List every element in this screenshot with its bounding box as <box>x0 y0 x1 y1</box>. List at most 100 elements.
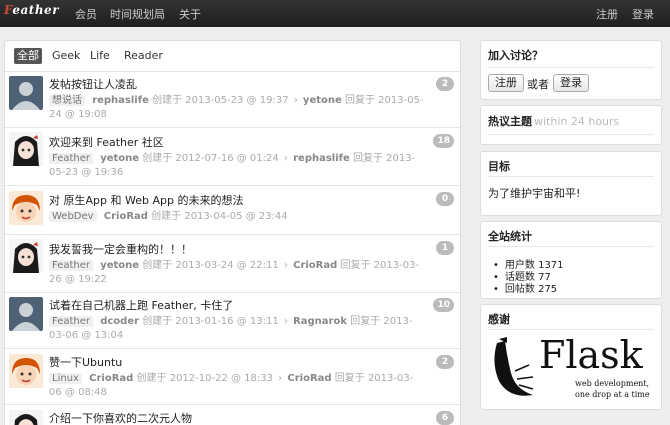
login-button[interactable]: 登录 <box>553 74 589 92</box>
topic-row: 试着在自己机器上跑 Feather, 卡住了 Feather dcoder 创建… <box>5 293 460 349</box>
reply-count-badge[interactable]: 6 <box>436 411 454 425</box>
avatar[interactable] <box>9 297 43 331</box>
tab-life[interactable]: Life <box>87 48 113 64</box>
topic-title[interactable]: 试着在自己机器上跑 Feather, 卡住了 <box>49 297 233 313</box>
goal-title: 目标 <box>488 160 510 173</box>
topic-node-tag[interactable]: Feather <box>49 260 94 271</box>
topic-node-tag[interactable]: WebDev <box>49 211 97 222</box>
goal-box: 目标 为了维护宇宙和平! <box>480 151 662 216</box>
created-label: 创建于 <box>142 153 173 164</box>
join-title: 加入讨论？ <box>488 49 543 62</box>
stats-title: 全站统计 <box>488 230 532 243</box>
hot-topics-subtitle: within 24 hours <box>534 115 620 128</box>
anime-avatar-icon <box>9 410 43 425</box>
topic-row: 我发誓我一定会重构的！！！ Feather yetone 创建于 2013-03… <box>5 235 460 293</box>
created-time: 2012-07-16 @ 01:24 <box>175 153 279 164</box>
topic-meta: Feather yetone 创建于 2013-03-24 @ 22:11 › … <box>49 260 420 285</box>
topic-list-panel: 全部 Geek Life Reader 发帖按钮让人凌乱 想说话 rephasl… <box>4 40 461 425</box>
last-reply-user[interactable]: yetone <box>303 95 342 106</box>
avatar[interactable] <box>9 132 43 166</box>
avatar[interactable] <box>9 76 43 110</box>
created-time: 2013-05-23 @ 19:37 <box>185 95 289 106</box>
topic-meta: 想说话 rephaslife 创建于 2013-05-23 @ 19:37 › … <box>49 95 424 120</box>
last-reply-user[interactable]: Ragnarok <box>293 316 347 327</box>
topic-node-tag[interactable]: Feather <box>49 153 94 164</box>
created-time: 2012-10-22 @ 18:33 <box>169 373 273 384</box>
reply-count-badge[interactable]: 0 <box>436 192 454 206</box>
topic-author[interactable]: yetone <box>100 153 139 164</box>
topic-row: 对 原生App 和 Web App 的未来的想法 WebDev CrioRad … <box>5 186 460 235</box>
created-label: 创建于 <box>142 260 173 271</box>
topic-author[interactable]: CrioRad <box>104 211 148 222</box>
nav-time-planning[interactable]: 时间规划局 <box>110 6 165 22</box>
created-label: 创建于 <box>151 211 182 222</box>
nav-members[interactable]: 会员 <box>75 6 97 22</box>
top-navbar: Feather 会员 时间规划局 关于 注册 登录 <box>0 0 670 27</box>
thanks-title: 感谢 <box>488 313 510 326</box>
created-time: 2013-03-24 @ 22:11 <box>175 260 279 271</box>
last-reply-user[interactable]: rephaslife <box>293 153 350 164</box>
thanks-box: 感谢 Flask web development, one drop at a … <box>480 304 662 410</box>
reply-label: 回复于 <box>350 316 381 327</box>
reply-count-badge[interactable]: 2 <box>436 77 454 91</box>
nav-about[interactable]: 关于 <box>179 6 201 22</box>
topic-meta: Feather dcoder 创建于 2013-01-16 @ 13:11 › … <box>49 316 413 341</box>
hot-topics-box: 热议主题 within 24 hours <box>480 105 662 145</box>
join-box: 加入讨论？ 注册 或者 登录 <box>480 40 662 100</box>
nav-register[interactable]: 注册 <box>596 6 618 22</box>
created-time: 2013-04-05 @ 23:44 <box>184 211 288 222</box>
goal-text: 为了维护宇宙和平! <box>488 187 581 200</box>
topic-author[interactable]: yetone <box>100 260 139 271</box>
flask-logo[interactable]: Flask web development, one drop at a tim… <box>489 333 655 405</box>
tab-geek[interactable]: Geek <box>49 48 83 64</box>
avatar[interactable] <box>9 354 43 388</box>
topic-title[interactable]: 介绍一下你喜欢的二次元人物 <box>49 410 192 425</box>
flask-word: Flask <box>539 333 643 377</box>
reply-count-badge[interactable]: 10 <box>433 298 454 312</box>
avatar[interactable] <box>9 191 43 225</box>
flask-tagline-1: web development, <box>575 379 650 388</box>
tab-reader[interactable]: Reader <box>121 48 166 64</box>
topic-author[interactable]: dcoder <box>100 316 139 327</box>
topic-row: 欢迎来到 Feather 社区 Feather yetone 创建于 2012-… <box>5 128 460 186</box>
last-reply-user[interactable]: CrioRad <box>293 260 337 271</box>
avatar[interactable] <box>9 410 43 425</box>
topic-node-tag[interactable]: Linux <box>49 373 82 384</box>
reply-label: 回复于 <box>352 153 383 164</box>
brand-logo[interactable]: Feather <box>4 3 59 17</box>
register-button[interactable]: 注册 <box>488 74 524 92</box>
created-time: 2013-01-16 @ 13:11 <box>175 316 279 327</box>
topic-title[interactable]: 我发誓我一定会重构的！！！ <box>49 241 192 257</box>
anime-avatar-icon <box>9 132 43 166</box>
join-or-text: 或者 <box>527 78 549 91</box>
topic-meta: Linux CrioRad 创建于 2012-10-22 @ 18:33 › C… <box>49 373 414 398</box>
topic-row: 发帖按钮让人凌乱 想说话 rephaslife 创建于 2013-05-23 @… <box>5 72 460 128</box>
reply-label: 回复于 <box>334 373 365 384</box>
topic-row: 赞一下Ubuntu Linux CrioRad 创建于 2012-10-22 @… <box>5 349 460 405</box>
reply-count-badge[interactable]: 1 <box>436 241 454 255</box>
cartoon-avatar-icon <box>9 191 43 225</box>
tab-all[interactable]: 全部 <box>14 48 42 64</box>
default-avatar-icon <box>9 76 43 110</box>
nav-login[interactable]: 登录 <box>632 6 654 22</box>
topic-author[interactable]: rephaslife <box>92 95 149 106</box>
cartoon-avatar-icon <box>9 354 43 388</box>
reply-count-badge[interactable]: 18 <box>433 134 454 148</box>
default-avatar-icon <box>9 297 43 331</box>
node-tabs: 全部 Geek Life Reader <box>5 41 460 72</box>
topic-title[interactable]: 欢迎来到 Feather 社区 <box>49 134 164 150</box>
topic-title[interactable]: 发帖按钮让人凌乱 <box>49 76 137 92</box>
topic-author[interactable]: CrioRad <box>89 373 133 384</box>
topic-title[interactable]: 赞一下Ubuntu <box>49 354 122 370</box>
topic-node-tag[interactable]: 想说话 <box>49 95 85 106</box>
topic-row: 介绍一下你喜欢的二次元人物 6 <box>5 405 460 425</box>
avatar[interactable] <box>9 239 43 273</box>
reply-count-badge[interactable]: 2 <box>436 355 454 369</box>
last-reply-user[interactable]: CrioRad <box>287 373 331 384</box>
topic-meta: WebDev CrioRad 创建于 2013-04-05 @ 23:44 <box>49 210 424 224</box>
topic-meta: Feather yetone 创建于 2012-07-16 @ 01:24 › … <box>49 153 416 178</box>
topic-node-tag[interactable]: Feather <box>49 316 94 327</box>
created-label: 创建于 <box>152 95 183 106</box>
flask-tagline-2: one drop at a time <box>575 390 650 399</box>
topic-title[interactable]: 对 原生App 和 Web App 的未来的想法 <box>49 192 243 208</box>
